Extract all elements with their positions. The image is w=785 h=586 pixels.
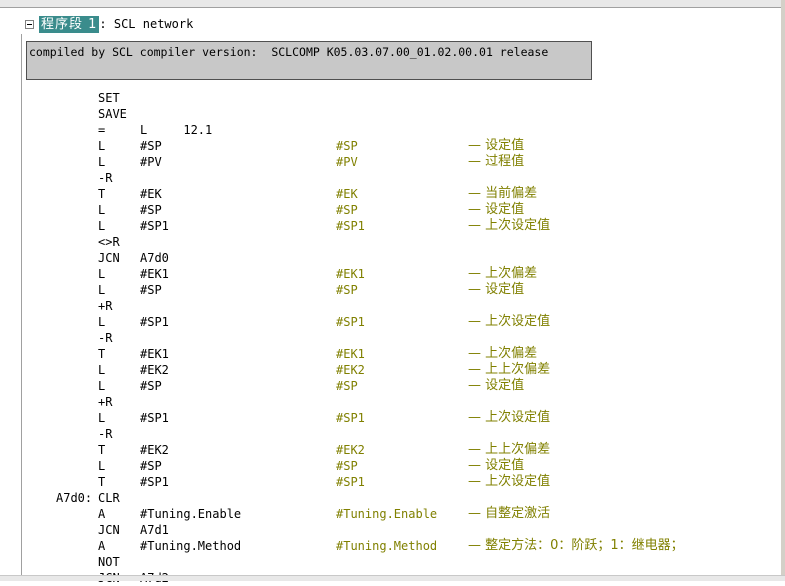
code-comment: — 设定值 (468, 282, 525, 297)
code-opcode: L (98, 203, 106, 217)
code-comment: — 上次设定值 (468, 474, 551, 489)
code-opcode: +R (98, 299, 113, 313)
code-operand: L 12.1 (140, 123, 213, 137)
code-operand: #EK2 (140, 363, 169, 377)
code-opcode: T (98, 475, 106, 489)
network-header: 程序段 1 : SCL network (25, 14, 193, 34)
code-opcode: CLR (98, 491, 120, 505)
code-comment: — 过程值 (468, 154, 525, 169)
code-symbol: #Tuning.Method (336, 539, 438, 553)
code-comment: — 当前偏差 (468, 186, 538, 201)
code-opcode: SAVE (98, 107, 127, 121)
code-symbol: #EK2 (336, 363, 365, 377)
code-opcode: +R (98, 395, 113, 409)
code-operand: #SP1 (140, 219, 169, 233)
code-opcode: T (98, 187, 106, 201)
compiler-info-text: compiled by SCL compiler version: SCLCOM… (29, 45, 549, 59)
window-right-border (781, 0, 785, 581)
code-symbol: #SP (336, 283, 358, 297)
code-operand: #SP1 (140, 475, 169, 489)
code-opcode: L (98, 139, 106, 153)
code-operand: #Tuning.Method (140, 539, 242, 553)
code-comment: — 上次偏差 (468, 346, 538, 361)
code-operand: #EK (140, 187, 162, 201)
code-comment: — 设定值 (468, 378, 525, 393)
code-opcode: SET (98, 91, 120, 105)
code-comment: — 上次设定值 (468, 218, 551, 233)
window-bottom-border (0, 575, 785, 581)
code-symbol: #SP1 (336, 411, 365, 425)
code-symbol: #EK1 (336, 347, 365, 361)
code-opcode: T (98, 347, 106, 361)
code-symbol: #SP1 (336, 315, 365, 329)
code-comment: — 上次设定值 (468, 314, 551, 329)
code-comment: — 整定方法：0：阶跃；1：继电器； (468, 538, 684, 553)
code-symbol: #EK (336, 187, 358, 201)
code-opcode: A (98, 539, 106, 553)
code-operand: #SP (140, 283, 162, 297)
code-operand: #PV (140, 155, 162, 169)
code-operand: A7d1 (140, 523, 169, 537)
code-opcode: = (98, 123, 106, 137)
code-opcode: -R (98, 331, 113, 345)
code-opcode: L (98, 155, 106, 169)
code-opcode: T (98, 443, 106, 457)
code-opcode: L (98, 411, 106, 425)
code-symbol: #SP1 (336, 475, 365, 489)
code-opcode: L (98, 219, 106, 233)
code-symbol: #SP (336, 139, 358, 153)
code-opcode: NOT (98, 555, 120, 569)
code-comment: — 上上次偏差 (468, 362, 551, 377)
code-comment: — 上次设定值 (468, 410, 551, 425)
code-opcode: <>R (98, 235, 120, 249)
network-left-rule (21, 34, 22, 581)
code-opcode: A (98, 507, 106, 521)
network-title: : SCL network (99, 16, 194, 31)
code-operand: #SP1 (140, 411, 169, 425)
window-top-border (0, 0, 785, 8)
code-operand: #EK1 (140, 347, 169, 361)
code-symbol: #SP (336, 203, 358, 217)
compiler-info-box: compiled by SCL compiler version: SCLCOM… (26, 41, 592, 80)
code-symbol: #SP1 (336, 219, 365, 233)
network-title-highlight[interactable]: 程序段 1 (39, 15, 100, 33)
code-opcode: L (98, 459, 106, 473)
code-symbol: #EK1 (336, 267, 365, 281)
code-comment: — 设定值 (468, 138, 525, 153)
code-opcode: -R (98, 427, 113, 441)
code-symbol: #Tuning.Enable (336, 507, 438, 521)
code-comment: — 设定值 (468, 458, 525, 473)
code-label: A7d0: (56, 491, 93, 505)
code-symbol: #PV (336, 155, 358, 169)
code-operand: A7d0 (140, 251, 169, 265)
code-comment: — 设定值 (468, 202, 525, 217)
code-operand: #SP (140, 459, 162, 473)
code-symbol: #SP (336, 379, 358, 393)
code-operand: #EK1 (140, 267, 169, 281)
code-opcode: L (98, 267, 106, 281)
code-comment: — 上上次偏差 (468, 442, 551, 457)
code-opcode: L (98, 283, 106, 297)
code-opcode: JCN (98, 251, 120, 265)
code-opcode: L (98, 363, 106, 377)
code-comment: — 自整定激活 (468, 506, 551, 521)
code-opcode: L (98, 379, 106, 393)
code-symbol: #EK2 (336, 443, 365, 457)
code-operand: #Tuning.Enable (140, 507, 242, 521)
code-opcode: L (98, 315, 106, 329)
code-opcode: -R (98, 171, 113, 185)
code-operand: #SP1 (140, 315, 169, 329)
code-operand: #SP (140, 379, 162, 393)
code-comment: — 上次偏差 (468, 266, 538, 281)
collapse-minus-icon[interactable] (25, 19, 34, 29)
code-operand: #SP (140, 203, 162, 217)
code-operand: #SP (140, 139, 162, 153)
code-symbol: #SP (336, 459, 358, 473)
code-operand: #EK2 (140, 443, 169, 457)
code-opcode: JCN (98, 523, 120, 537)
